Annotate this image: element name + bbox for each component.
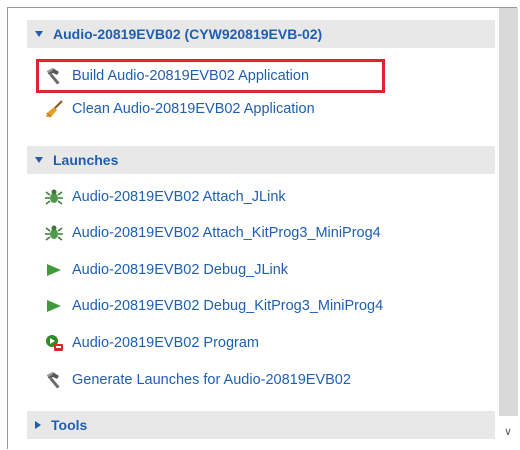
launch-attach-jlink[interactable]: Audio-20819EVB02 Attach_JLink <box>44 182 286 212</box>
launch-debug-kitprog3-label: Audio-20819EVB02 Debug_KitProg3_MiniProg… <box>72 298 384 314</box>
program-icon <box>44 333 64 353</box>
launch-debug-kitprog3[interactable]: Audio-20819EVB02 Debug_KitProg3_MiniProg… <box>44 291 383 321</box>
section-header-tools[interactable]: Tools <box>27 411 495 439</box>
section-header-launches[interactable]: Launches <box>27 146 495 174</box>
launch-debug-jlink[interactable]: Audio-20819EVB02 Debug_JLink <box>44 255 288 285</box>
clean-application-link[interactable]: Clean Audio-20819EVB02 Application <box>44 94 315 124</box>
play-icon <box>44 260 64 280</box>
bug-icon <box>44 223 64 243</box>
section-title-tools: Tools <box>51 417 88 433</box>
build-application-label: Build Audio-20819EVB02 Application <box>72 68 310 84</box>
quick-panel-content: Audio-20819EVB02 (CYW920819EVB-02) Build… <box>8 8 498 449</box>
launch-attach-kitprog3[interactable]: Audio-20819EVB02 Attach_KitProg3_MiniPro… <box>44 218 381 248</box>
expand-arrow-icon <box>35 157 43 163</box>
section-title-audio: Audio-20819EVB02 (CYW920819EVB-02) <box>53 26 323 42</box>
bug-icon <box>44 187 64 207</box>
launch-attach-kitprog3-label: Audio-20819EVB02 Attach_KitProg3_MiniPro… <box>72 225 381 241</box>
launch-attach-jlink-label: Audio-20819EVB02 Attach_JLink <box>72 189 286 205</box>
scrollbar-thumb[interactable] <box>499 8 518 416</box>
launch-program[interactable]: Audio-20819EVB02 Program <box>44 328 259 358</box>
hammer-icon <box>44 66 64 86</box>
hammer-icon <box>44 370 64 390</box>
build-application-link[interactable]: Build Audio-20819EVB02 Application <box>44 61 309 91</box>
launch-program-label: Audio-20819EVB02 Program <box>72 335 260 351</box>
section-header-audio[interactable]: Audio-20819EVB02 (CYW920819EVB-02) <box>27 20 495 48</box>
vertical-scrollbar[interactable]: ∨ <box>498 8 518 449</box>
generate-launches-link[interactable]: Generate Launches for Audio-20819EVB02 <box>44 365 351 395</box>
section-title-launches: Launches <box>53 152 119 168</box>
play-icon <box>44 296 64 316</box>
expand-arrow-icon <box>35 31 43 37</box>
scroll-down-icon[interactable]: ∨ <box>498 421 518 441</box>
launch-debug-jlink-label: Audio-20819EVB02 Debug_JLink <box>72 262 289 278</box>
collapse-arrow-icon <box>35 421 41 429</box>
broom-icon <box>44 99 64 119</box>
generate-launches-label: Generate Launches for Audio-20819EVB02 <box>72 372 351 388</box>
quick-panel: Audio-20819EVB02 (CYW920819EVB-02) Build… <box>7 7 518 449</box>
clean-application-label: Clean Audio-20819EVB02 Application <box>72 101 315 117</box>
